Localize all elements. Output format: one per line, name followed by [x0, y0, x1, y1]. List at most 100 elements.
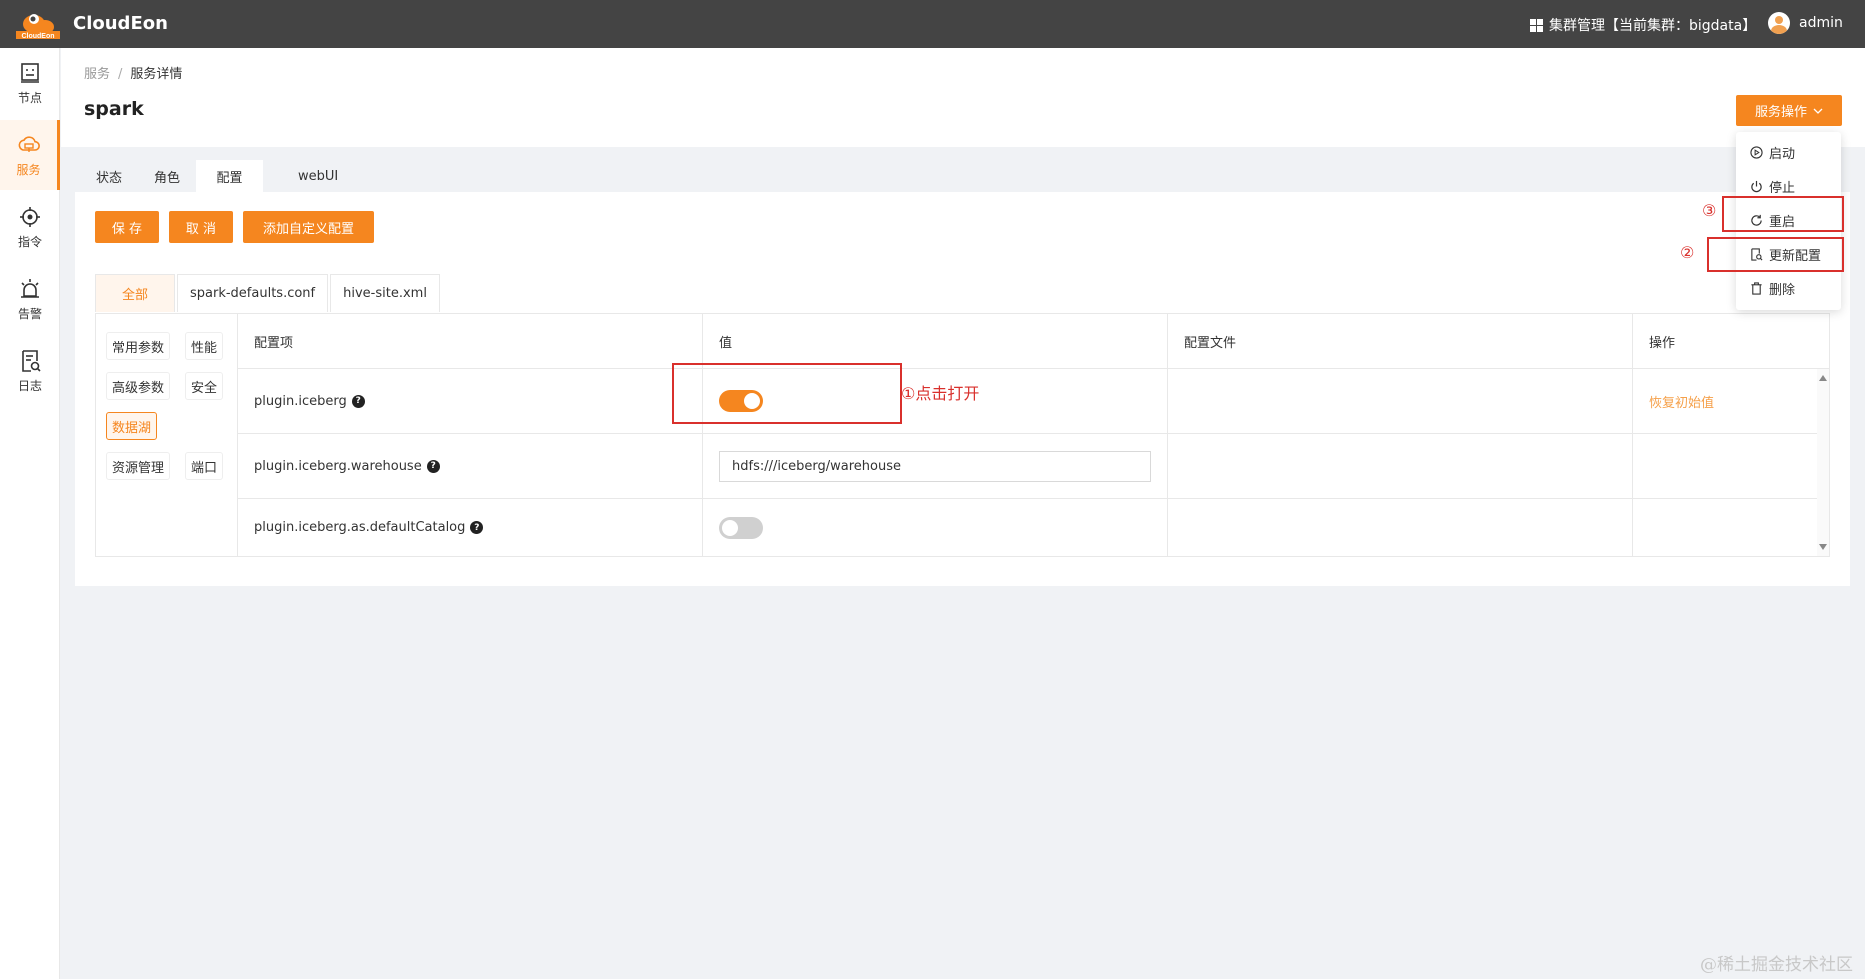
category-datalake[interactable]: 数据湖 — [106, 412, 158, 440]
service-ops-button[interactable]: 服务操作 — [1736, 95, 1842, 126]
column-header-value: 值 — [703, 314, 1168, 369]
category-performance[interactable]: 性能 — [185, 332, 224, 360]
chevron-down-icon — [1813, 108, 1823, 114]
breadcrumb-separator: / — [118, 67, 123, 82]
add-custom-config-button[interactable]: 添加自定义配置 — [243, 211, 374, 243]
file-tab-spark-defaults[interactable]: spark-defaults.conf — [177, 274, 329, 312]
sidebar-item-label: 日志 — [17, 378, 42, 393]
sidebar-item-services[interactable]: 服务 — [0, 120, 60, 190]
top-bar: CloudEon CloudEon 集群管理【当前集群：bigdata】 adm… — [0, 0, 1865, 48]
table-cell-file — [1168, 434, 1633, 499]
logo-text: CloudEon — [21, 33, 54, 40]
brand-name[interactable]: CloudEon — [73, 13, 168, 34]
category-common[interactable]: 常用参数 — [106, 332, 171, 360]
cluster-manager[interactable]: 集群管理【当前集群：bigdata】 — [1530, 15, 1756, 35]
annotation-step2: ② — [1680, 243, 1695, 262]
table-cell-action — [1633, 499, 1829, 556]
category-resource[interactable]: 资源管理 — [106, 452, 171, 480]
config-name: plugin.iceberg — [254, 393, 347, 409]
toggle-knob — [722, 519, 738, 536]
breadcrumb-parent[interactable]: 服务 — [84, 67, 110, 82]
column-header-file: 配置文件 — [1168, 314, 1633, 369]
breadcrumb: 服务 / 服务详情 — [84, 63, 182, 82]
sidebar-item-label: 告警 — [17, 306, 42, 321]
scroll-down-icon[interactable] — [1819, 544, 1827, 550]
table-row: plugin.iceberg.warehouse ? — [238, 434, 703, 499]
tab-status[interactable]: 状态 — [80, 160, 138, 192]
sidebar-item-label: 节点 — [17, 90, 42, 105]
table-row: plugin.iceberg ? — [238, 369, 703, 434]
detail-tabs: 状态 角色 配置 webUI — [80, 160, 354, 192]
watermark: @稀土掘金技术社区 — [1700, 955, 1853, 975]
category-security[interactable]: 安全 — [185, 372, 224, 400]
tab-config[interactable]: 配置 — [196, 160, 264, 192]
table-cell-file — [1168, 499, 1633, 556]
help-icon[interactable]: ? — [351, 394, 365, 408]
config-panel: 常用参数 性能 高级参数 安全 数据湖 资源管理 端口 配置项 值 配置文件 操… — [95, 313, 1830, 557]
column-header-name: 配置项 — [238, 314, 703, 369]
log-icon — [22, 349, 41, 372]
menu-item-delete[interactable]: 删除 — [1736, 271, 1841, 305]
menu-item-label: 删除 — [1769, 282, 1796, 298]
sidebar-item-alarms[interactable]: 告警 — [0, 264, 60, 334]
restore-default-link[interactable]: 恢复初始值 — [1649, 392, 1714, 411]
node-icon — [21, 62, 39, 83]
config-table: 配置项 值 配置文件 操作 plugin.iceberg ? 恢复初始值 plu… — [238, 314, 1829, 556]
table-cell-action — [1633, 434, 1829, 499]
user-menu[interactable]: admin — [1768, 12, 1843, 34]
breadcrumb-current: 服务详情 — [130, 67, 183, 82]
config-name: plugin.iceberg.as.defaultCatalog — [254, 520, 466, 535]
page-header: 服务 / 服务详情 spark 服务操作 — [61, 48, 1865, 147]
sidebar-item-label: 服务 — [16, 162, 41, 177]
help-icon[interactable]: ? — [426, 459, 440, 473]
annotation-box-restart — [1722, 196, 1844, 232]
category-port[interactable]: 端口 — [185, 452, 224, 480]
play-circle-icon — [1750, 145, 1763, 159]
table-scrollbar[interactable] — [1817, 369, 1829, 556]
menu-item-label: 启动 — [1769, 146, 1796, 162]
tab-webui[interactable]: webUI — [263, 160, 354, 192]
cloudeon-logo[interactable]: CloudEon — [14, 8, 62, 40]
config-name: plugin.iceberg.warehouse — [254, 458, 422, 474]
help-icon[interactable]: ? — [470, 521, 484, 534]
command-icon — [20, 206, 40, 227]
file-tabs: 全部 spark-defaults.conf hive-site.xml — [95, 274, 440, 312]
default-catalog-toggle[interactable] — [719, 516, 763, 539]
avatar — [1768, 12, 1790, 34]
trash-icon — [1751, 281, 1762, 295]
power-icon — [1751, 180, 1762, 192]
cluster-label: 集群管理【当前集群：bigdata】 — [1549, 18, 1757, 34]
menu-item-label: 停止 — [1769, 180, 1796, 196]
tab-roles[interactable]: 角色 — [138, 160, 196, 192]
sidebar-item-logs[interactable]: 日志 — [0, 336, 60, 406]
menu-item-start[interactable]: 启动 — [1736, 135, 1841, 169]
annotation-step1: ①点击打开 — [901, 384, 980, 403]
table-cell-value — [703, 499, 1168, 556]
user-name: admin — [1799, 15, 1843, 31]
sidebar-item-nodes[interactable]: 节点 — [0, 48, 60, 118]
annotation-box-update-config — [1707, 237, 1844, 272]
service-ops-label: 服务操作 — [1754, 105, 1807, 120]
cancel-button[interactable]: 取 消 — [169, 211, 233, 243]
file-tab-all[interactable]: 全部 — [95, 274, 175, 312]
table-cell-action: 恢复初始值 — [1633, 369, 1829, 434]
table-row: plugin.iceberg.as.defaultCatalog ? — [238, 499, 703, 556]
page-title: spark — [84, 98, 144, 120]
table-cell-file — [1168, 369, 1633, 434]
table-cell-value: hdfs:///iceberg/warehouse — [703, 434, 1168, 499]
file-tab-hive-site[interactable]: hive-site.xml — [330, 274, 440, 312]
alarm-icon — [21, 278, 39, 298]
service-icon — [18, 135, 40, 152]
grid-icon — [1530, 18, 1543, 32]
scroll-up-icon[interactable] — [1819, 375, 1827, 381]
category-list: 常用参数 性能 高级参数 安全 数据湖 资源管理 端口 — [96, 314, 238, 556]
category-advanced[interactable]: 高级参数 — [106, 372, 171, 400]
warehouse-input[interactable]: hdfs:///iceberg/warehouse — [719, 450, 1151, 482]
sidebar: 节点 服务 指令 告警 日志 — [0, 48, 60, 979]
annotation-step3: ③ — [1702, 201, 1717, 220]
save-button[interactable]: 保 存 — [95, 211, 159, 243]
annotation-box-toggle — [672, 363, 902, 424]
column-header-action: 操作 — [1633, 314, 1829, 369]
sidebar-item-label: 指令 — [17, 234, 42, 249]
sidebar-item-commands[interactable]: 指令 — [0, 192, 60, 262]
